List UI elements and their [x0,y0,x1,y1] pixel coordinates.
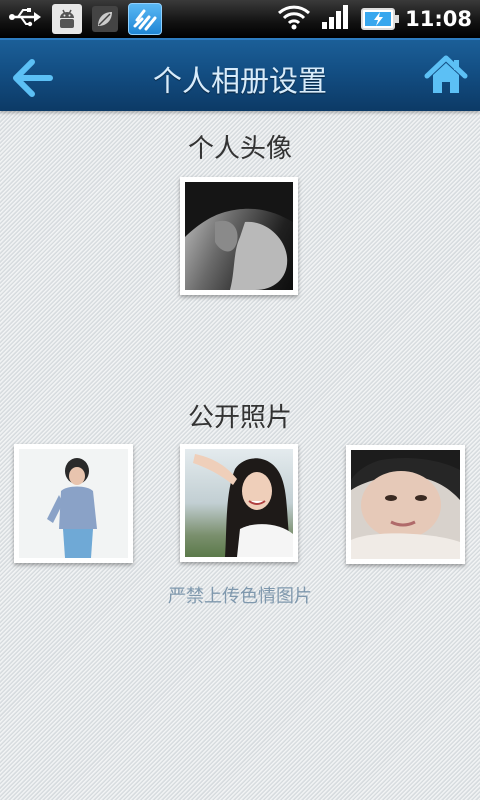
wifi-icon [277,3,311,35]
public-photo-1[interactable] [14,444,133,563]
public-photo-3[interactable] [346,445,465,564]
system-status-icons: 11:08 [277,4,472,34]
upload-notice: 严禁上传色情图片 [168,586,312,607]
avatar-section-title: 个人头像 [187,134,292,164]
home-icon [424,55,468,102]
leaf-app-icon [92,6,118,32]
battery-charging-icon [361,8,400,30]
page-title: 个人相册设置 [152,64,327,98]
home-button[interactable] [424,54,468,98]
public-photos-section-title: 公开照片 [187,403,292,433]
signal-icon [321,4,351,34]
android-debug-icon [52,4,82,34]
usb-icon [8,6,42,32]
notification-icons [8,3,162,35]
title-bar: 个人相册设置 [0,38,480,111]
status-bar: 11:08 [0,0,480,38]
clock: 11:08 [405,7,472,31]
public-photo-2[interactable] [180,444,298,562]
app-shortcut-icon [128,3,162,35]
avatar-photo[interactable] [180,177,298,295]
